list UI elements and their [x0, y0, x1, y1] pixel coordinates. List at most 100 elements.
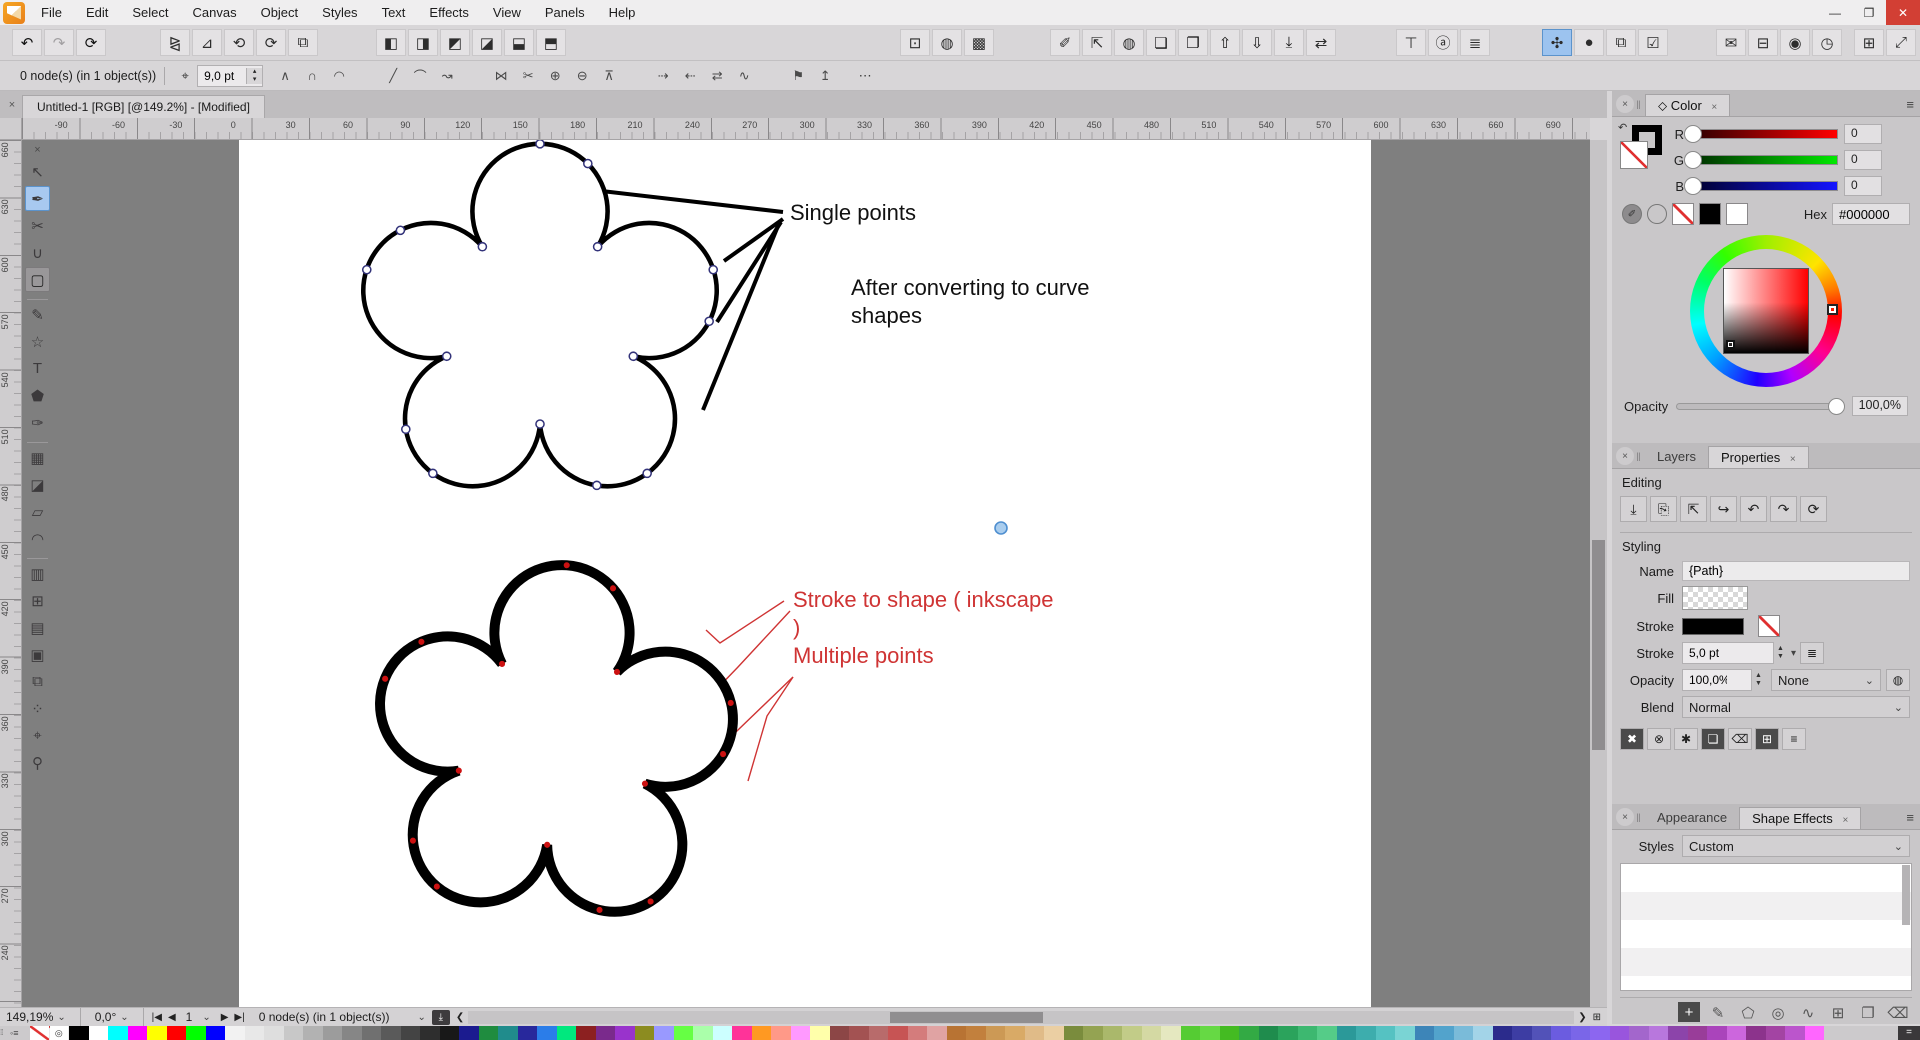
minimize-button[interactable]: —	[1818, 0, 1852, 25]
menu-view[interactable]: View	[481, 0, 533, 25]
path-effect-button[interactable]: ⬠	[1736, 1002, 1760, 1024]
gradient-tool[interactable]: ▥	[25, 561, 50, 586]
snap-flag-icon[interactable]: ⚑	[786, 65, 810, 87]
close-button[interactable]: ✕	[1886, 0, 1920, 25]
undo-button[interactable]: ↶	[12, 29, 42, 56]
segment-line-icon[interactable]: ╱	[381, 65, 405, 87]
redo-button[interactable]: ↷	[44, 29, 74, 56]
palette-swatch[interactable]	[654, 1026, 674, 1040]
palette-swatch[interactable]	[420, 1026, 440, 1040]
tab-layers[interactable]: Layers	[1645, 446, 1708, 468]
green-slider-handle[interactable]	[1684, 151, 1702, 169]
white-swatch[interactable]	[1726, 203, 1748, 225]
stroke-width-input[interactable]	[198, 69, 246, 83]
stroke-width-stepper[interactable]: ▴ ▾	[197, 65, 263, 87]
export-status-icon[interactable]: ⤓	[432, 1010, 450, 1025]
palette-swatch[interactable]	[401, 1026, 421, 1040]
palette-swatch[interactable]	[1161, 1026, 1181, 1040]
pixel-edit-tool[interactable]: ▦	[25, 445, 50, 470]
next-page-button[interactable]: ▶	[221, 1012, 229, 1023]
palette-swatch[interactable]	[1044, 1026, 1064, 1040]
palette-swatch[interactable]	[947, 1026, 967, 1040]
fill-stroke-indicator[interactable]: ↶	[1620, 125, 1664, 171]
rotation-dropdown[interactable]: 0,0° ⌄	[89, 1010, 135, 1024]
palette-swatch[interactable]	[615, 1026, 635, 1040]
red-slider[interactable]	[1690, 129, 1838, 139]
check-mode-button[interactable]: ☑	[1638, 29, 1668, 56]
palette-swatch[interactable]	[440, 1026, 460, 1040]
flip-vertical-button[interactable]: ⊿	[192, 29, 222, 56]
docker-close-icon[interactable]: ×	[1616, 95, 1634, 113]
palette-swatch[interactable]	[869, 1026, 889, 1040]
vertical-scrollbar[interactable]	[1590, 140, 1607, 1007]
docker-grip-icon[interactable]: ‖	[1636, 811, 1641, 825]
fan-tool[interactable]: ◠	[25, 526, 50, 551]
grid-toggle-button[interactable]: ⊞	[1854, 29, 1884, 56]
palette-swatch[interactable]	[459, 1026, 479, 1040]
redo-edit-button[interactable]: ↷	[1770, 496, 1797, 522]
palette-swatch[interactable]	[518, 1026, 538, 1040]
intersect-button[interactable]: ◩	[440, 29, 470, 56]
red-slider-handle[interactable]	[1684, 125, 1702, 143]
stepper-arrows-icon[interactable]: ▲▼	[1774, 645, 1787, 661]
palette-swatch[interactable]	[1259, 1026, 1279, 1040]
tab-close-icon[interactable]: ×	[1711, 102, 1717, 113]
palette-swatch[interactable]	[1005, 1026, 1025, 1040]
distort-tool[interactable]: ▱	[25, 499, 50, 524]
palette-swatch[interactable]	[986, 1026, 1006, 1040]
tab-close-icon[interactable]: ×	[1842, 815, 1848, 826]
clear-style-button[interactable]: ✖	[1620, 728, 1644, 750]
stroke-width-input[interactable]	[1683, 646, 1747, 660]
brush-tool[interactable]: ✎	[25, 302, 50, 327]
palette-swatch[interactable]	[108, 1026, 128, 1040]
paint-mode-button[interactable]: ●	[1574, 29, 1604, 56]
palette-swatch[interactable]	[537, 1026, 557, 1040]
palette-swatch[interactable]	[1103, 1026, 1123, 1040]
palette-swatch[interactable]	[888, 1026, 908, 1040]
reset-button[interactable]: ⟳	[1800, 496, 1827, 522]
web-button[interactable]: ◍	[932, 29, 962, 56]
tab-appearance[interactable]: Appearance	[1645, 807, 1739, 829]
palette-swatch[interactable]	[323, 1026, 343, 1040]
rotate-frame-button[interactable]: ⟳	[256, 29, 286, 56]
palette-swatch[interactable]	[1064, 1026, 1084, 1040]
mail-button[interactable]: ✉	[1716, 29, 1746, 56]
green-slider[interactable]	[1690, 155, 1838, 165]
flower-outline-top[interactable]	[363, 140, 718, 489]
blend-dropdown[interactable]: Normal ⌄	[1682, 696, 1910, 718]
palette-swatch[interactable]	[1688, 1026, 1708, 1040]
palette-swatch[interactable]	[1629, 1026, 1649, 1040]
previous-page-button[interactable]: ◀	[168, 1012, 176, 1023]
palette-swatch[interactable]	[1122, 1026, 1142, 1040]
palette-swatch[interactable]	[1746, 1026, 1766, 1040]
tab-close-button[interactable]: ×	[4, 97, 20, 113]
palette-swatch[interactable]	[1142, 1026, 1162, 1040]
share-button[interactable]: ↪	[1710, 496, 1737, 522]
node-remove-icon[interactable]: ⊖	[570, 65, 594, 87]
cursor-node-dot[interactable]	[995, 522, 1007, 534]
copy-effect-button[interactable]: ⊞	[1826, 1002, 1850, 1024]
flip-horizontal-button[interactable]: ⧎	[160, 29, 190, 56]
palette-swatch[interactable]	[225, 1026, 245, 1040]
palette-swatch[interactable]	[284, 1026, 304, 1040]
collapse-scroll-button[interactable]: ❮	[456, 1012, 464, 1023]
opacity-value[interactable]: 100,0%	[1852, 396, 1908, 416]
magnet-tool[interactable]: ∪	[25, 240, 50, 265]
node-corner-icon[interactable]: ∧	[273, 65, 297, 87]
fill-color-well[interactable]	[1620, 141, 1648, 169]
palette-swatch[interactable]	[732, 1026, 752, 1040]
palette-swatch[interactable]	[1317, 1026, 1337, 1040]
palette-swatch[interactable]	[1376, 1026, 1396, 1040]
stroke-color-swatch[interactable]	[1682, 618, 1744, 635]
overflow-button[interactable]: ⋯	[853, 65, 877, 87]
import-doc-button[interactable]: ⤓	[1620, 496, 1647, 522]
blue-value[interactable]: 0	[1844, 176, 1882, 196]
tab-color[interactable]: ⬦ Color ×	[1645, 94, 1730, 116]
palette-swatch[interactable]	[167, 1026, 187, 1040]
palette-swatch[interactable]	[186, 1026, 206, 1040]
docker-close-icon[interactable]: ×	[1616, 808, 1634, 826]
palette-swatch[interactable]	[1610, 1026, 1630, 1040]
menu-canvas[interactable]: Canvas	[181, 0, 249, 25]
record-button[interactable]: ◉	[1780, 29, 1810, 56]
fill-swatch[interactable]	[1682, 586, 1748, 610]
